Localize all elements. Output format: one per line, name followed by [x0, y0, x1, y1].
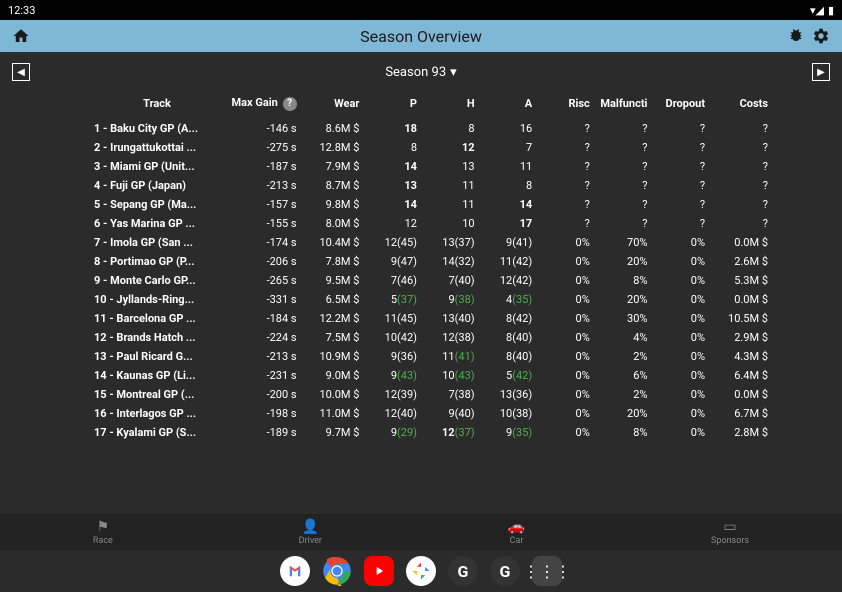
status-bar: 12:33 ▾◢ ▮ — [0, 0, 842, 20]
app-icon-2[interactable]: G — [490, 556, 520, 586]
photos-icon[interactable] — [406, 556, 436, 586]
youtube-icon[interactable] — [364, 556, 394, 586]
season-table: Track Max Gain ? Wear P H A Risc Malfunc… — [90, 92, 772, 442]
col-p: P — [363, 92, 421, 119]
table-row[interactable]: 15 - Montreal GP (...-200 s10.0M $12(39)… — [90, 385, 772, 404]
dropdown-icon: ▾ — [450, 65, 457, 80]
bottom-nav: ⚑Race 👤Driver 🚗Car ▭Sponsors — [0, 514, 842, 550]
col-malf: Malfuncti — [594, 92, 652, 119]
bug-icon[interactable] — [788, 27, 804, 45]
table-row[interactable]: 10 - Jyllands-Ring...-331 s6.5M $5(37)9(… — [90, 290, 772, 309]
dock: G G ⋮⋮⋮ — [0, 550, 842, 592]
col-risc: Risc — [536, 92, 594, 119]
car-icon: 🚗 — [508, 519, 525, 535]
season-selector-row: ◀ Season 93 ▾ ▶ — [0, 52, 842, 92]
help-icon[interactable]: ? — [283, 97, 297, 111]
settings-icon[interactable] — [812, 27, 830, 45]
table-row[interactable]: 17 - Kyalami GP (S...-189 s9.7M $9(29)12… — [90, 423, 772, 442]
app-icon-1[interactable]: G — [448, 556, 478, 586]
flag-icon: ⚑ — [97, 519, 110, 535]
table-row[interactable]: 4 - Fuji GP (Japan)-213 s8.7M $13118???? — [90, 176, 772, 195]
table-row[interactable]: 5 - Sepang GP (Ma...-157 s9.8M $141114??… — [90, 195, 772, 214]
status-icons: ▾◢ ▮ — [810, 4, 834, 17]
table-row[interactable]: 2 - Irungattukottai ...-275 s12.8M $8127… — [90, 138, 772, 157]
status-time: 12:33 — [8, 4, 35, 17]
table-row[interactable]: 8 - Portimao GP (P...-206 s7.8M $9(47)14… — [90, 252, 772, 271]
col-drop: Dropout — [651, 92, 709, 119]
chrome-icon[interactable] — [322, 556, 352, 586]
col-h: H — [421, 92, 479, 119]
nav-sponsors[interactable]: ▭Sponsors — [711, 519, 749, 546]
next-season-button[interactable]: ▶ — [812, 63, 830, 81]
sponsors-icon: ▭ — [723, 519, 736, 535]
gmail-icon[interactable] — [280, 556, 310, 586]
season-dropdown[interactable]: Season 93 ▾ — [385, 65, 456, 80]
table-row[interactable]: 12 - Brands Hatch ...-224 s7.5M $10(42)1… — [90, 328, 772, 347]
table-row[interactable]: 3 - Miami GP (Unit...-187 s7.9M $141311?… — [90, 157, 772, 176]
wifi-icon: ▾◢ — [810, 4, 824, 17]
table-row[interactable]: 9 - Monte Carlo GP...-265 s9.5M $7(46)7(… — [90, 271, 772, 290]
table-row[interactable]: 7 - Imola GP (San ...-174 s10.4M $12(45)… — [90, 233, 772, 252]
page-title: Season Overview — [360, 27, 482, 46]
col-track: Track — [90, 92, 224, 119]
home-icon[interactable] — [12, 27, 30, 45]
col-a: A — [479, 92, 537, 119]
nav-driver[interactable]: 👤Driver — [299, 519, 322, 546]
table-row[interactable]: 11 - Barcelona GP ...-184 s12.2M $11(45)… — [90, 309, 772, 328]
col-costs: Costs — [709, 92, 772, 119]
nav-race[interactable]: ⚑Race — [93, 519, 113, 546]
nav-car[interactable]: 🚗Car — [508, 519, 525, 546]
col-maxgain: Max Gain ? — [224, 92, 301, 119]
table-row[interactable]: 1 - Baku City GP (A...-146 s8.6M $18816?… — [90, 119, 772, 138]
app-drawer-icon[interactable]: ⋮⋮⋮ — [532, 556, 562, 586]
col-wear: Wear — [301, 92, 364, 119]
table-row[interactable]: 13 - Paul Ricard G...-213 s10.9M $9(36)1… — [90, 347, 772, 366]
table-row[interactable]: 14 - Kaunas GP (Li...-231 s9.0M $9(43)10… — [90, 366, 772, 385]
table-row[interactable]: 16 - Interlagos GP ...-198 s11.0M $12(40… — [90, 404, 772, 423]
table-header-row: Track Max Gain ? Wear P H A Risc Malfunc… — [90, 92, 772, 119]
person-icon: 👤 — [302, 519, 319, 535]
battery-icon: ▮ — [828, 4, 834, 17]
table-row[interactable]: 6 - Yas Marina GP ...-155 s8.0M $121017?… — [90, 214, 772, 233]
header: Season Overview — [0, 20, 842, 52]
prev-season-button[interactable]: ◀ — [12, 63, 30, 81]
